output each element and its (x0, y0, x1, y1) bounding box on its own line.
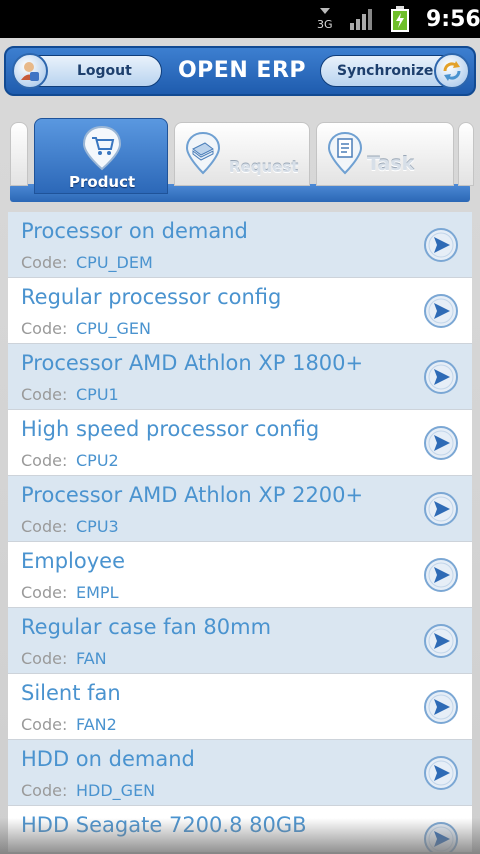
product-code-value: CPU1 (76, 385, 119, 404)
product-name: Employee (21, 549, 126, 573)
logout-label: Logout (77, 63, 132, 79)
battery-charging-icon (391, 6, 409, 32)
arrow-right-icon[interactable] (423, 491, 459, 527)
synchronize-label: Synchronize (337, 63, 434, 79)
product-code-value: CPU_GEN (76, 319, 152, 338)
product-name: Silent fan (21, 681, 121, 705)
tab-scroll-right[interactable] (458, 122, 474, 186)
network-3g-icon: 3G (317, 8, 333, 30)
product-code-value: EMPL (76, 583, 119, 602)
signal-icon (350, 9, 372, 30)
product-code-label: Code: (21, 451, 68, 470)
list-item[interactable]: High speed processor config Code: CPU2 (8, 410, 472, 476)
cart-icon (82, 125, 122, 171)
list-item[interactable]: Processor on demand Code: CPU_DEM (8, 212, 472, 278)
list-item[interactable]: Regular processor config Code: CPU_GEN (8, 278, 472, 344)
arrow-right-icon[interactable] (423, 689, 459, 725)
product-code-label: Code: (21, 781, 68, 800)
status-bar: 3G 9:56 (0, 0, 480, 38)
product-code-value: FAN (76, 649, 107, 668)
list-item[interactable]: Processor AMD Athlon XP 1800+ Code: CPU1 (8, 344, 472, 410)
synchronize-button[interactable]: Synchronize (320, 53, 470, 89)
task-icon (327, 131, 363, 175)
arrow-right-icon[interactable] (423, 425, 459, 461)
product-name: Processor on demand (21, 219, 248, 243)
product-name: Regular processor config (21, 285, 282, 309)
product-code-label: Code: (21, 319, 68, 338)
app-title: OPEN ERP (177, 58, 307, 83)
list-item[interactable]: Silent fan Code: FAN2 (8, 674, 472, 740)
product-name: High speed processor config (21, 417, 320, 441)
arrow-right-icon[interactable] (423, 623, 459, 659)
sync-icon (434, 53, 470, 89)
product-code-value: HDD_GEN (76, 781, 156, 800)
product-code-value: CPU2 (76, 451, 119, 470)
product-code-value: CPU_DEM (76, 253, 153, 272)
tab-request[interactable]: Request (174, 122, 310, 186)
list-item[interactable]: HDD on demand Code: HDD_GEN (8, 740, 472, 806)
product-name: Processor AMD Athlon XP 1800+ (21, 351, 364, 375)
request-icon (185, 131, 221, 175)
tab-scroll-left[interactable] (10, 122, 28, 186)
product-list: Processor on demand Code: CPU_DEM Regular p… (8, 212, 472, 852)
arrow-right-icon[interactable] (423, 755, 459, 791)
product-code-label: Code: (21, 385, 68, 404)
list-item[interactable]: Employee Code: EMPL (8, 542, 472, 608)
tab-strip: Product Request Task (10, 118, 474, 204)
product-code-label: Code: (21, 253, 68, 272)
arrow-right-icon[interactable] (423, 557, 459, 593)
product-code-label: Code: (21, 517, 68, 536)
product-name: Regular case fan 80mm (21, 615, 272, 639)
product-name: Processor AMD Athlon XP 2200+ (21, 483, 364, 507)
app-container: Logout OPEN ERP Synchronize Product Requ… (0, 38, 480, 854)
tab-product[interactable]: Product (34, 118, 168, 194)
product-code-label: Code: (21, 715, 68, 734)
tab-request-label: Request (229, 158, 299, 176)
arrow-right-icon[interactable] (423, 227, 459, 263)
tab-task[interactable]: Task (316, 122, 454, 186)
tab-task-label: Task (367, 153, 415, 175)
list-item[interactable]: Processor AMD Athlon XP 2200+ Code: CPU3 (8, 476, 472, 542)
arrow-right-icon[interactable] (423, 359, 459, 395)
list-fade-overlay (0, 818, 480, 854)
arrow-right-icon[interactable] (423, 293, 459, 329)
product-code-label: Code: (21, 649, 68, 668)
product-name: HDD on demand (21, 747, 195, 771)
clock: 9:56 (426, 7, 480, 32)
list-item[interactable]: Regular case fan 80mm Code: FAN (8, 608, 472, 674)
network-type-label: 3G (317, 18, 333, 30)
logout-button[interactable]: Logout (12, 53, 162, 89)
tab-product-label: Product (69, 173, 136, 191)
header-bar: Logout OPEN ERP Synchronize (4, 46, 476, 96)
product-code-label: Code: (21, 583, 68, 602)
user-icon (12, 53, 48, 89)
product-code-value: CPU3 (76, 517, 119, 536)
product-code-value: FAN2 (76, 715, 117, 734)
